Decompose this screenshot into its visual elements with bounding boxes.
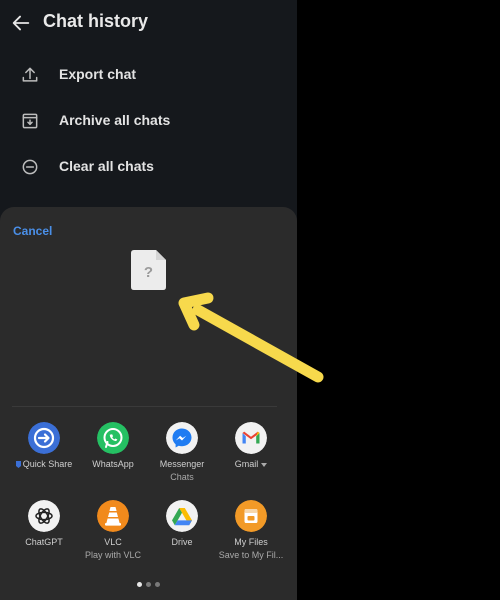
chatgpt-icon — [28, 500, 60, 532]
app-name: My Files — [234, 537, 268, 547]
quick-share-icon — [28, 422, 60, 454]
annotation-arrow-icon — [178, 292, 324, 383]
vlc-icon — [97, 500, 129, 532]
upload-icon — [22, 67, 38, 82]
page-title: Chat history — [43, 11, 149, 31]
cancel-button[interactable]: Cancel — [13, 224, 52, 238]
share-target-drive[interactable]: Drive — [145, 500, 219, 549]
my-files-icon — [235, 500, 267, 532]
app-name: Gmail — [234, 459, 259, 469]
back-arrow-icon[interactable] — [10, 12, 32, 34]
whatsapp-icon — [97, 422, 129, 454]
messenger-icon — [166, 422, 198, 454]
quick-share-indicator-icon — [15, 461, 21, 469]
gmail-icon — [235, 422, 267, 454]
share-target-chatgpt[interactable]: ChatGPT — [7, 500, 81, 549]
share-target-my-files[interactable]: My Files Save to My Fil... — [214, 500, 288, 562]
app-subtitle: Chats — [170, 472, 194, 482]
page-indicator — [0, 574, 297, 587]
menu-item-label: Archive all chats — [59, 112, 171, 128]
minus-circle-icon — [22, 159, 38, 175]
app-name: Messenger — [159, 459, 205, 469]
menu-item-clear-all-chats[interactable]: Clear all chats — [0, 147, 297, 187]
share-target-gmail[interactable]: Gmail — [214, 422, 288, 471]
page-dot[interactable] — [137, 582, 142, 587]
menu-item-label: Export chat — [59, 66, 137, 82]
file-thumb-glyph: ? — [144, 264, 153, 281]
app-subtitle: Play with VLC — [84, 550, 142, 560]
app-bar: Chat history — [0, 0, 297, 46]
app-name: ChatGPT — [25, 537, 63, 547]
share-sheet: Cancel ? Quick Share WhatsApp Messenger … — [0, 207, 297, 600]
chevron-down-icon — [261, 462, 268, 467]
divider — [12, 406, 277, 407]
app-name: WhatsApp — [92, 459, 134, 469]
unknown-file-icon: ? — [131, 250, 166, 290]
page-dot[interactable] — [146, 582, 151, 587]
app-name: Drive — [171, 537, 193, 547]
archive-icon — [22, 113, 38, 129]
app-subtitle: Save to My Fil... — [218, 550, 284, 560]
share-target-quick-share[interactable]: Quick Share — [7, 422, 81, 471]
page-dot[interactable] — [155, 582, 160, 587]
app-name: VLC — [104, 537, 122, 547]
share-target-whatsapp[interactable]: WhatsApp — [76, 422, 150, 471]
share-target-vlc[interactable]: VLC Play with VLC — [76, 500, 150, 562]
menu-item-archive-all-chats[interactable]: Archive all chats — [0, 101, 297, 141]
menu-item-export-chat[interactable]: Export chat — [0, 55, 297, 95]
menu-item-label: Clear all chats — [59, 158, 154, 174]
app-name: Quick Share — [22, 459, 73, 469]
share-target-messenger[interactable]: Messenger Chats — [145, 422, 219, 484]
google-drive-icon — [166, 500, 198, 532]
